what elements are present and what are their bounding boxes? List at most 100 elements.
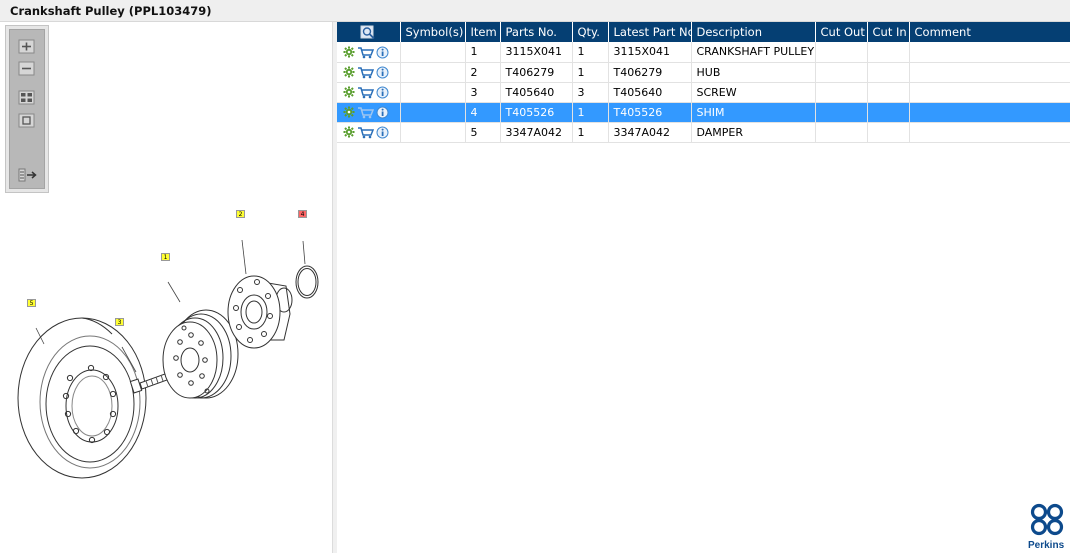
cell-parts-no: 3347A042 [500,122,573,143]
cell-cut-out [815,42,868,63]
cell-comment [909,42,1070,63]
settings-gear-icon[interactable] [343,126,355,138]
callout-item-5[interactable]: 5 [27,299,36,307]
view-toolbar [5,25,49,193]
settings-gear-icon[interactable] [343,86,355,98]
cell-comment [909,102,1070,123]
add-to-cart-icon[interactable] [357,126,374,139]
cell-item: 2 [465,62,501,83]
column-header-description[interactable]: Description [691,22,816,42]
cell-comment [909,82,1070,103]
drawing-pane[interactable]: 5 3 1 2 4 [0,22,333,553]
cell-latest-part-no: 3115X041 [608,42,692,63]
row-action-icons [337,42,401,63]
actual-size-icon [18,113,35,128]
cell-item: 1 [465,42,501,63]
cell-qty: 1 [572,122,609,143]
callout-item-3[interactable]: 3 [115,318,124,326]
add-to-cart-icon[interactable] [357,86,374,99]
cell-parts-no: 3115X041 [500,42,573,63]
cell-symbols [400,42,466,63]
table-header-row: Symbol(s) Item Parts No. Qty. Latest Par… [337,22,1070,42]
cell-symbols [400,82,466,103]
settings-gear-icon[interactable] [343,106,355,118]
cell-qty: 3 [572,82,609,103]
cell-item: 3 [465,82,501,103]
column-header-latest-part-no[interactable]: Latest Part No. [608,22,692,42]
cell-cut-in [867,62,910,83]
table-row[interactable]: 1 3115X041 1 3115X041 CRANKSHAFT PULLEY [337,42,1070,63]
callout-item-1[interactable]: 1 [161,253,170,261]
column-header-search[interactable] [337,22,401,42]
callout-item-2[interactable]: 2 [236,210,245,218]
info-icon[interactable] [376,66,389,79]
cell-cut-in [867,102,910,123]
exploded-parts-drawing[interactable] [0,182,333,553]
cell-parts-no: T406279 [500,62,573,83]
column-header-qty[interactable]: Qty. [572,22,609,42]
zoom-in-button[interactable] [17,38,37,56]
cell-symbols [400,62,466,83]
cell-description: SCREW [691,82,816,103]
cell-symbols [400,102,466,123]
column-header-comment[interactable]: Comment [909,22,1070,42]
row-action-icons [337,122,401,143]
callout-item-4[interactable]: 4 [298,210,307,218]
cell-item: 4 [465,102,501,123]
zoom-in-icon [18,39,35,54]
fit-page-button[interactable] [17,89,37,107]
cell-description: SHIM [691,102,816,123]
row-action-icons [337,102,401,123]
column-header-item[interactable]: Item [465,22,501,42]
cell-cut-out [815,102,868,123]
cell-cut-out [815,122,868,143]
add-to-cart-icon[interactable] [357,106,374,119]
cell-latest-part-no: T406279 [608,62,692,83]
cell-description: CRANKSHAFT PULLEY [691,42,816,63]
hub-drawing [227,275,293,349]
add-to-cart-icon[interactable] [357,46,374,59]
row-action-icons [337,62,401,83]
cell-parts-no: T405526 [500,102,573,123]
cell-qty: 1 [572,62,609,83]
parts-list-grid: Symbol(s) Item Parts No. Qty. Latest Par… [337,22,1070,553]
cell-comment [909,62,1070,83]
column-header-cut-out[interactable]: Cut Out [815,22,868,42]
info-icon[interactable] [376,86,389,99]
cell-parts-no: T405640 [500,82,573,103]
table-row[interactable]: 3 T405640 3 T405640 SCREW [337,82,1070,103]
cell-latest-part-no: 3347A042 [608,122,692,143]
zoom-out-icon [18,61,35,76]
cell-description: HUB [691,62,816,83]
column-header-cut-in[interactable]: Cut In [867,22,910,42]
column-header-parts-no[interactable]: Parts No. [500,22,573,42]
zoom-out-button[interactable] [17,60,37,78]
fit-page-icon [18,90,35,105]
actual-size-button[interactable] [17,112,37,130]
cell-qty: 1 [572,102,609,123]
brand-name: Perkins [1028,540,1065,551]
table-row[interactable]: 5 3347A042 1 3347A042 DAMPER [337,122,1070,143]
cell-qty: 1 [572,42,609,63]
cell-item: 5 [465,122,501,143]
settings-gear-icon[interactable] [343,46,355,58]
column-header-symbols[interactable]: Symbol(s) [400,22,466,42]
window-title: Crankshaft Pulley (PPL103479) [10,4,212,18]
cell-latest-part-no: T405526 [608,102,692,123]
table-row[interactable]: 2 T406279 1 T406279 HUB [337,62,1070,83]
info-icon[interactable] [376,126,389,139]
cell-description: DAMPER [691,122,816,143]
row-action-icons [337,82,401,103]
cell-cut-out [815,62,868,83]
cell-symbols [400,122,466,143]
cell-comment [909,122,1070,143]
info-icon[interactable] [376,46,389,59]
add-to-cart-icon[interactable] [357,66,374,79]
shim-drawing [295,265,319,299]
settings-gear-icon[interactable] [343,66,355,78]
parts-table: Symbol(s) Item Parts No. Qty. Latest Par… [337,22,1070,143]
cell-cut-out [815,82,868,103]
title-bar: Crankshaft Pulley (PPL103479) [0,0,1070,22]
table-row[interactable]: 4 T405526 1 T405526 SHIM [337,102,1070,123]
info-icon[interactable] [376,106,389,119]
